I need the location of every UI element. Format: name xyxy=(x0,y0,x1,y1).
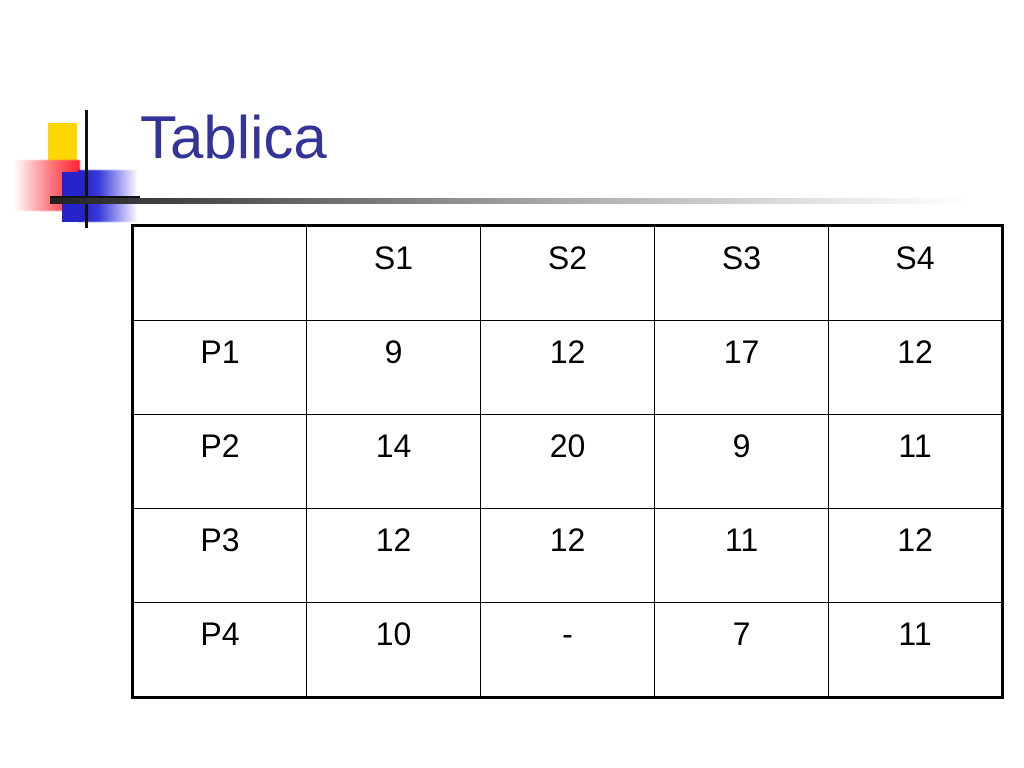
table-row: P3 12 12 11 12 xyxy=(132,508,1003,603)
table-header-cell: S2 xyxy=(480,225,655,321)
table-cell: 12 xyxy=(828,508,1003,603)
table-cell: 11 xyxy=(828,414,1003,509)
table-cell: 10 xyxy=(306,602,481,698)
table-row: P4 10 - 7 11 xyxy=(132,602,1003,698)
table-cell: 12 xyxy=(480,508,655,603)
table-row: P2 14 20 9 11 xyxy=(132,414,1003,509)
table-cell: 9 xyxy=(654,414,829,509)
table-cell: 14 xyxy=(306,414,481,509)
row-label-cell: P1 xyxy=(132,320,307,415)
table-cell: 7 xyxy=(654,602,829,698)
row-label-cell: P2 xyxy=(132,414,307,509)
decorative-squares-logo xyxy=(0,0,150,240)
table-cell: 12 xyxy=(306,508,481,603)
table-cell: 17 xyxy=(654,320,829,415)
table-cell: 12 xyxy=(828,320,1003,415)
table-cell: 9 xyxy=(306,320,481,415)
table-header-cell: S1 xyxy=(306,225,481,321)
table-cell: 20 xyxy=(480,414,655,509)
title-underline-rule xyxy=(50,198,970,204)
table-header-cell: S3 xyxy=(654,225,829,321)
row-label-cell: P3 xyxy=(132,508,307,603)
slide-title: Tablica xyxy=(140,104,327,171)
slide: Tablica S1 S2 S3 S4 P1 9 12 17 12 P2 14 … xyxy=(0,0,1024,768)
table-row: P1 9 12 17 12 xyxy=(132,320,1003,415)
table-cell: 11 xyxy=(828,602,1003,698)
row-label-cell: P4 xyxy=(132,602,307,698)
table-cell: - xyxy=(480,602,655,698)
table-header-cell xyxy=(132,225,307,321)
data-table: S1 S2 S3 S4 P1 9 12 17 12 P2 14 20 9 11 … xyxy=(131,224,1004,699)
table-cell: 11 xyxy=(654,508,829,603)
table-header-cell: S4 xyxy=(828,225,1003,321)
table-header-row: S1 S2 S3 S4 xyxy=(132,225,1003,321)
logo-vertical-line xyxy=(85,110,88,228)
table-cell: 12 xyxy=(480,320,655,415)
